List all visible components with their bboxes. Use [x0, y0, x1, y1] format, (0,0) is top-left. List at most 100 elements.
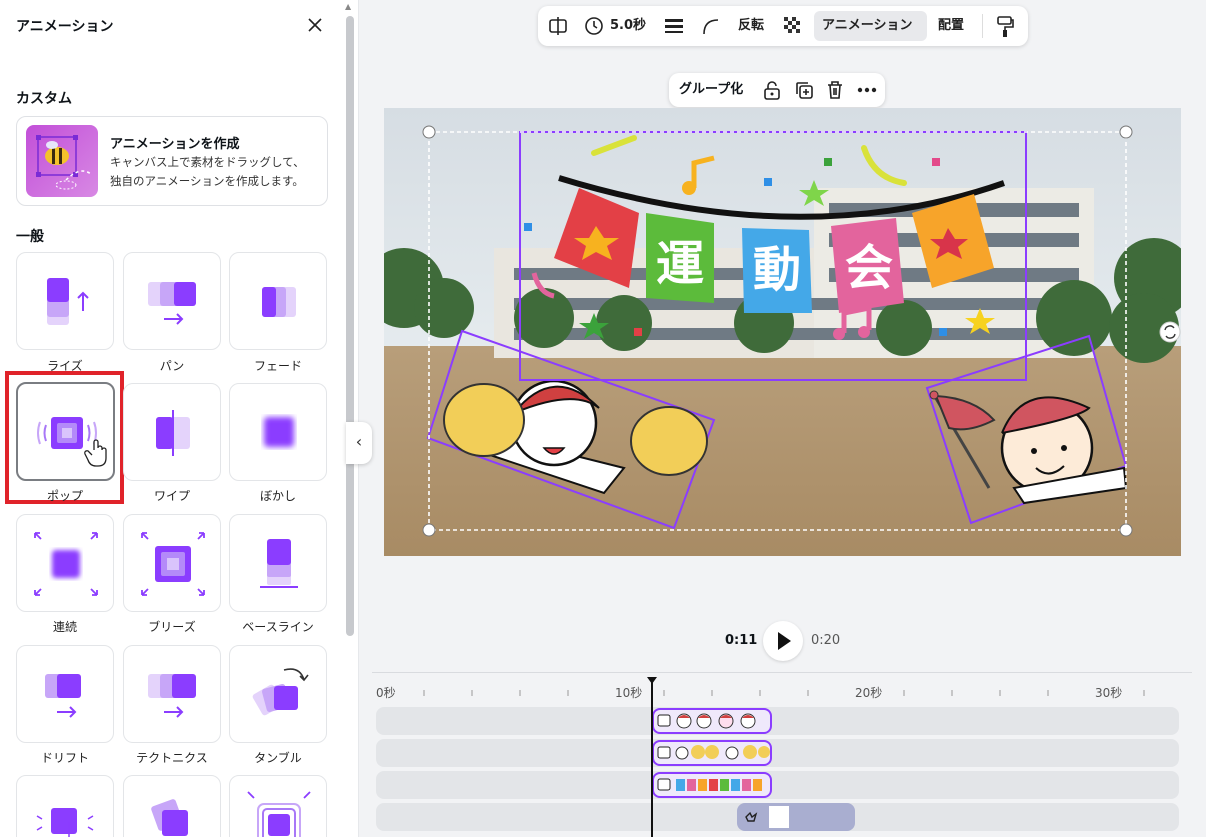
animation-tile-row5-1[interactable]	[16, 775, 114, 837]
play-icon	[778, 632, 791, 650]
animation-panel: アニメーション カスタム アニメーションを作成 キャンバス上で素材をドラッグして…	[0, 0, 359, 837]
general-section-heading: 一般	[16, 229, 44, 245]
tumble-label: タンブル	[254, 751, 302, 765]
fade-tile[interactable]	[229, 252, 327, 350]
wipe-tile[interactable]	[123, 383, 221, 481]
timeline-track-2[interactable]	[376, 739, 1179, 767]
duration-button[interactable]: 5.0秒	[610, 6, 646, 46]
position-button[interactable]: 配置	[938, 6, 964, 46]
zoom-icon	[247, 791, 311, 837]
blur-tile[interactable]	[229, 383, 327, 481]
rotate-icon[interactable]	[1159, 321, 1181, 343]
drift-icon	[45, 674, 81, 718]
design-canvas[interactable]: 運 動 会	[384, 108, 1181, 556]
resize-handle-top-right[interactable]	[1119, 125, 1133, 139]
tectonic-label: テクトニクス	[136, 751, 208, 765]
more-options-icon[interactable]	[857, 87, 877, 93]
playhead[interactable]	[651, 680, 653, 837]
create-animation-desc-line2: 独自のアニメーションを作成します。	[110, 174, 304, 188]
fade-label: フェード	[253, 359, 302, 373]
tectonic-icon	[148, 674, 196, 718]
pop-label: ポップ	[46, 489, 83, 503]
clip-cheer-row[interactable]	[652, 740, 772, 766]
transparency-icon[interactable]	[784, 17, 802, 35]
clip-thumbnail-banner	[657, 778, 762, 791]
create-animation-thumbnail	[26, 125, 98, 197]
clip-kids-row[interactable]	[652, 708, 772, 734]
fade-icon	[262, 287, 296, 317]
pan-tile[interactable]	[123, 252, 221, 350]
continuous-tile[interactable]	[16, 514, 114, 612]
rise-icon	[47, 278, 89, 325]
stomp-icon	[36, 808, 94, 837]
group-toolbar: グループ化	[669, 73, 885, 107]
breathe-icon	[141, 532, 205, 596]
create-animation-desc-line1: キャンバス上で素材をドラッグして、	[110, 155, 305, 169]
timeline-track-4[interactable]	[376, 803, 1179, 831]
app-root: アニメーション カスタム アニメーションを作成 キャンバス上で素材をドラッグして…	[0, 0, 1206, 837]
total-time: 0:20	[811, 633, 841, 648]
baseline-tile[interactable]	[229, 514, 327, 612]
flip-button[interactable]: 反転	[738, 6, 764, 46]
duplicate-icon[interactable]	[794, 80, 814, 100]
clip-thumbnail-kids	[657, 713, 756, 729]
line-style-icon[interactable]	[664, 17, 684, 35]
tumble-icon	[252, 668, 309, 716]
group-button[interactable]: グループ化	[679, 73, 743, 107]
collapse-panel-button[interactable]: ‹	[346, 422, 372, 464]
panel-scrollbar[interactable]	[346, 16, 354, 636]
close-icon[interactable]	[304, 14, 326, 36]
custom-section-heading: カスタム	[16, 91, 72, 107]
pan-label: パン	[159, 359, 185, 373]
clip-sticker-thumbnail	[769, 806, 789, 828]
bee-icon	[36, 135, 93, 190]
pop-icon	[37, 417, 107, 467]
playhead-marker-icon[interactable]	[646, 676, 658, 686]
rotate-icon	[151, 799, 188, 836]
tectonic-tile[interactable]	[123, 645, 221, 743]
clip-banner-row[interactable]	[652, 772, 772, 798]
continuous-label: 連続	[52, 620, 77, 634]
rise-tile[interactable]	[16, 252, 114, 350]
trash-icon[interactable]	[826, 80, 844, 100]
breathe-tile[interactable]	[123, 514, 221, 612]
breathe-label: ブリーズ	[148, 620, 196, 634]
unlock-icon[interactable]	[763, 80, 781, 100]
create-animation-description: キャンバス上で素材をドラッグして、 独自のアニメーションを作成します。	[110, 153, 324, 191]
split-icon[interactable]	[548, 16, 568, 36]
paint-roller-icon[interactable]	[996, 16, 1014, 38]
resize-handle-bottom-right[interactable]	[1119, 523, 1133, 537]
continuous-icon	[34, 532, 98, 596]
play-button[interactable]	[763, 621, 803, 661]
clip-sticker[interactable]	[737, 803, 855, 831]
baseline-label: ベースライン	[242, 620, 314, 634]
blur-label: ぼかし	[259, 489, 296, 503]
blur-icon	[264, 417, 294, 447]
animation-button[interactable]: アニメーション	[822, 6, 912, 46]
banner-char-3: 会	[845, 240, 893, 296]
wipe-icon	[156, 410, 190, 456]
clock-icon[interactable]	[584, 16, 604, 36]
corner-rounding-icon[interactable]	[700, 16, 720, 36]
timeline-track-3[interactable]	[376, 771, 1179, 799]
animation-tile-row5-3[interactable]	[229, 775, 327, 837]
drift-tile[interactable]	[16, 645, 114, 743]
element-toolbar: 5.0秒 反転 アニメーション 配置	[538, 6, 1028, 46]
resize-handle-bottom-left[interactable]	[422, 523, 436, 537]
drift-label: ドリフト	[40, 751, 89, 765]
ruler-ticks	[423, 690, 1145, 696]
toolbar-divider	[982, 14, 983, 38]
sparkle-shape-icon	[745, 811, 758, 822]
timeline-track-1[interactable]	[376, 707, 1179, 735]
canvas-scene: 運 動 会	[384, 108, 1181, 556]
animation-tile-row5-2[interactable]	[123, 775, 221, 837]
create-animation-card[interactable]: アニメーションを作成 キャンバス上で素材をドラッグして、 独自のアニメーションを…	[16, 116, 328, 206]
panel-title: アニメーション	[16, 19, 114, 35]
resize-handle-top-left[interactable]	[422, 125, 436, 139]
scroll-up-arrow-icon[interactable]: ▲	[345, 2, 351, 11]
pop-tile[interactable]	[16, 382, 115, 481]
create-animation-title: アニメーションを作成	[110, 137, 240, 152]
pan-icon	[148, 282, 196, 325]
timeline-top-border	[372, 672, 1192, 673]
tumble-tile[interactable]	[229, 645, 327, 743]
